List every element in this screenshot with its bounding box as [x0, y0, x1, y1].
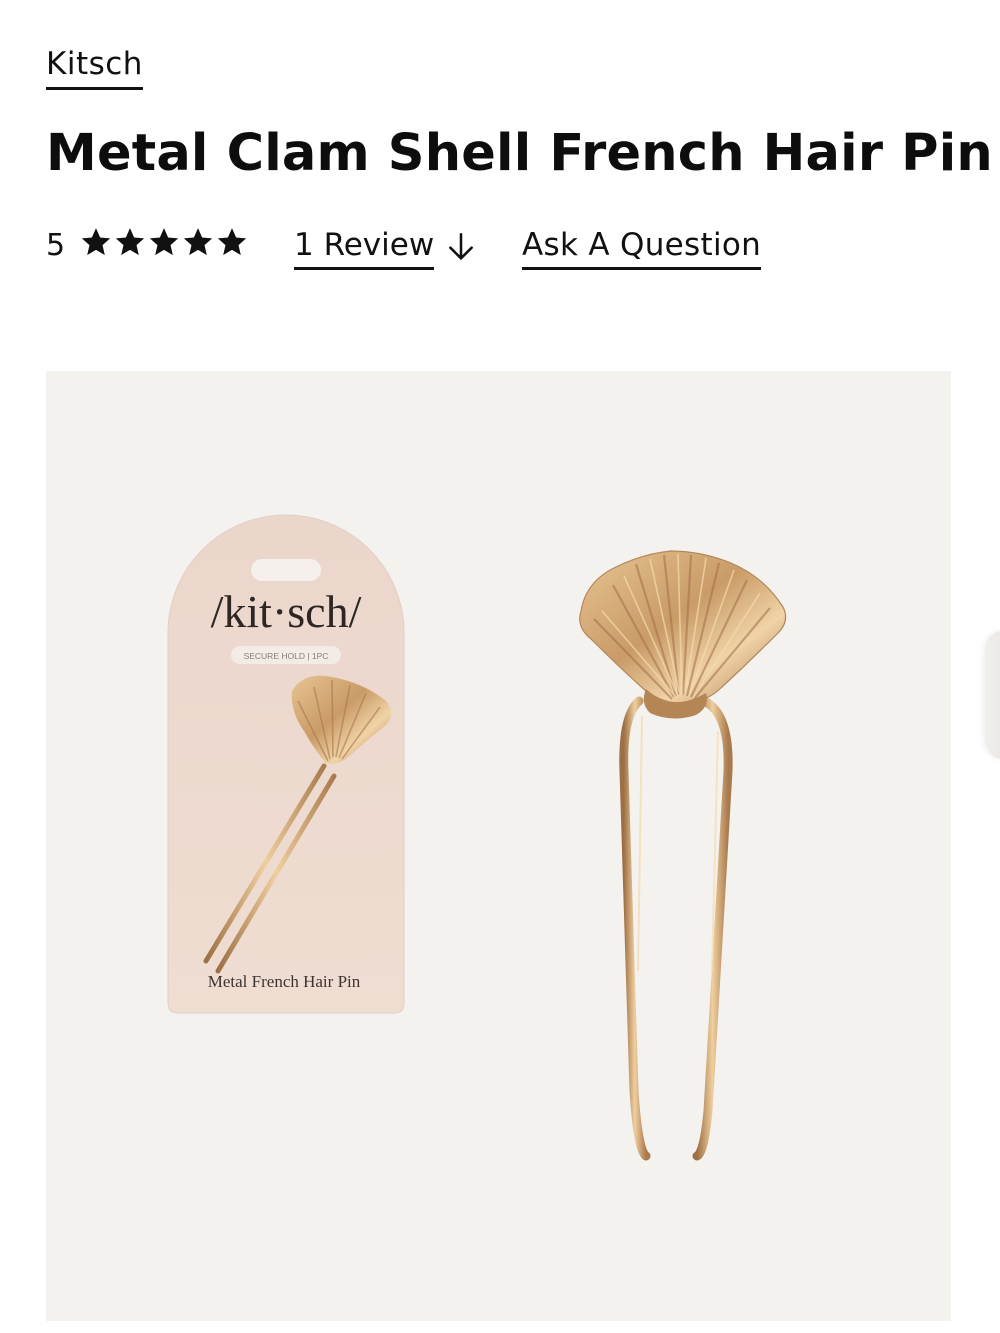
star-icon — [115, 228, 145, 256]
hair-pin-illustration — [579, 550, 787, 1161]
package-card: /kit·sch/ SECURE HOLD | 1PC Metal French… — [167, 514, 405, 1014]
package-product-name: Metal French Hair Pin — [208, 972, 361, 991]
rating-value: 5 — [46, 228, 66, 263]
package-badge: SECURE HOLD | 1PC — [244, 651, 329, 661]
star-icon — [183, 228, 213, 256]
ask-question-link[interactable]: Ask A Question — [522, 224, 762, 270]
brand-link[interactable]: Kitsch — [46, 44, 143, 90]
review-link[interactable]: 1 Review — [294, 224, 478, 270]
star-icon — [217, 228, 247, 256]
product-image-gallery[interactable]: /kit·sch/ SECURE HOLD | 1PC Metal French… — [46, 371, 951, 1321]
package-logo: /kit·sch/ — [211, 586, 362, 637]
review-link-label: 1 Review — [294, 224, 435, 270]
star-rating — [80, 226, 248, 258]
product-image: /kit·sch/ SECURE HOLD | 1PC Metal French… — [167, 514, 787, 1161]
star-icon — [81, 228, 111, 256]
arrow-down-icon — [449, 232, 474, 260]
rating-row: 5 1 Review Ask A Question — [46, 222, 946, 272]
next-image-peek[interactable] — [985, 630, 1000, 760]
product-title: Metal Clam Shell French Hair Pin — [46, 124, 993, 183]
star-icon — [149, 228, 179, 256]
